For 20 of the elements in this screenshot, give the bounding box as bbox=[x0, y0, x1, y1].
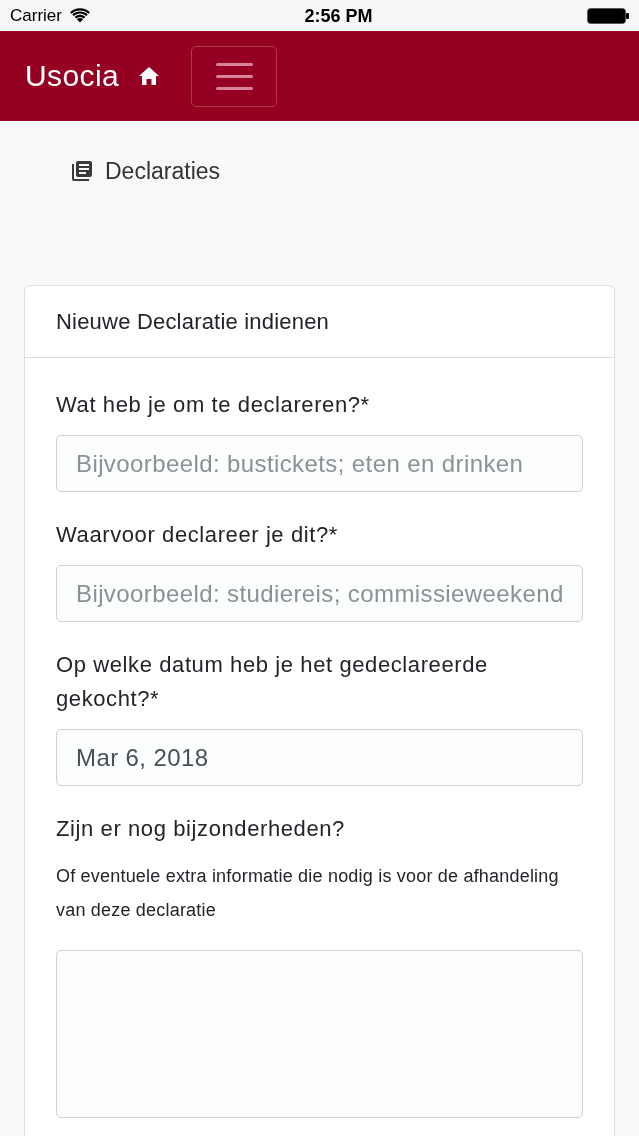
text-input-field[interactable]: Bijvoorbeeld: studiereis; commissieweekend bbox=[56, 565, 583, 622]
wifi-icon bbox=[69, 8, 90, 23]
text-input-field[interactable]: Bijvoorbeeld: bustickets; eten en drinken bbox=[56, 435, 583, 492]
brand-title[interactable]: Usocia bbox=[25, 61, 120, 91]
menu-toggle-button[interactable] bbox=[191, 45, 278, 107]
menu-icon bbox=[215, 62, 253, 90]
card-title: Nieuwe Declaratie indienen bbox=[56, 308, 330, 336]
carrier-label: Carrier bbox=[10, 7, 62, 24]
field-label: Wat heb je om te declareren?* bbox=[56, 391, 371, 419]
text-input-field[interactable]: Mar 6, 2018 bbox=[56, 729, 583, 786]
documents-icon bbox=[72, 161, 92, 181]
field-label: Waarvoor declareer je dit?* bbox=[56, 521, 339, 549]
home-icon[interactable] bbox=[139, 67, 160, 85]
textarea-field[interactable] bbox=[56, 950, 583, 1118]
field-label: Zijn er nog bijzonderheden? bbox=[56, 815, 346, 843]
field-label: Op welke datum heb je het gedeclareerde gekocht?* bbox=[56, 651, 489, 713]
clock-time: 2:56 PM bbox=[304, 6, 373, 25]
battery-icon bbox=[587, 7, 629, 24]
help-text: Of eventuele extra informatie die nodig is voor de afhandeling van deze declaratie bbox=[56, 865, 560, 922]
breadcrumb-link[interactable]: Declaraties bbox=[105, 159, 221, 183]
